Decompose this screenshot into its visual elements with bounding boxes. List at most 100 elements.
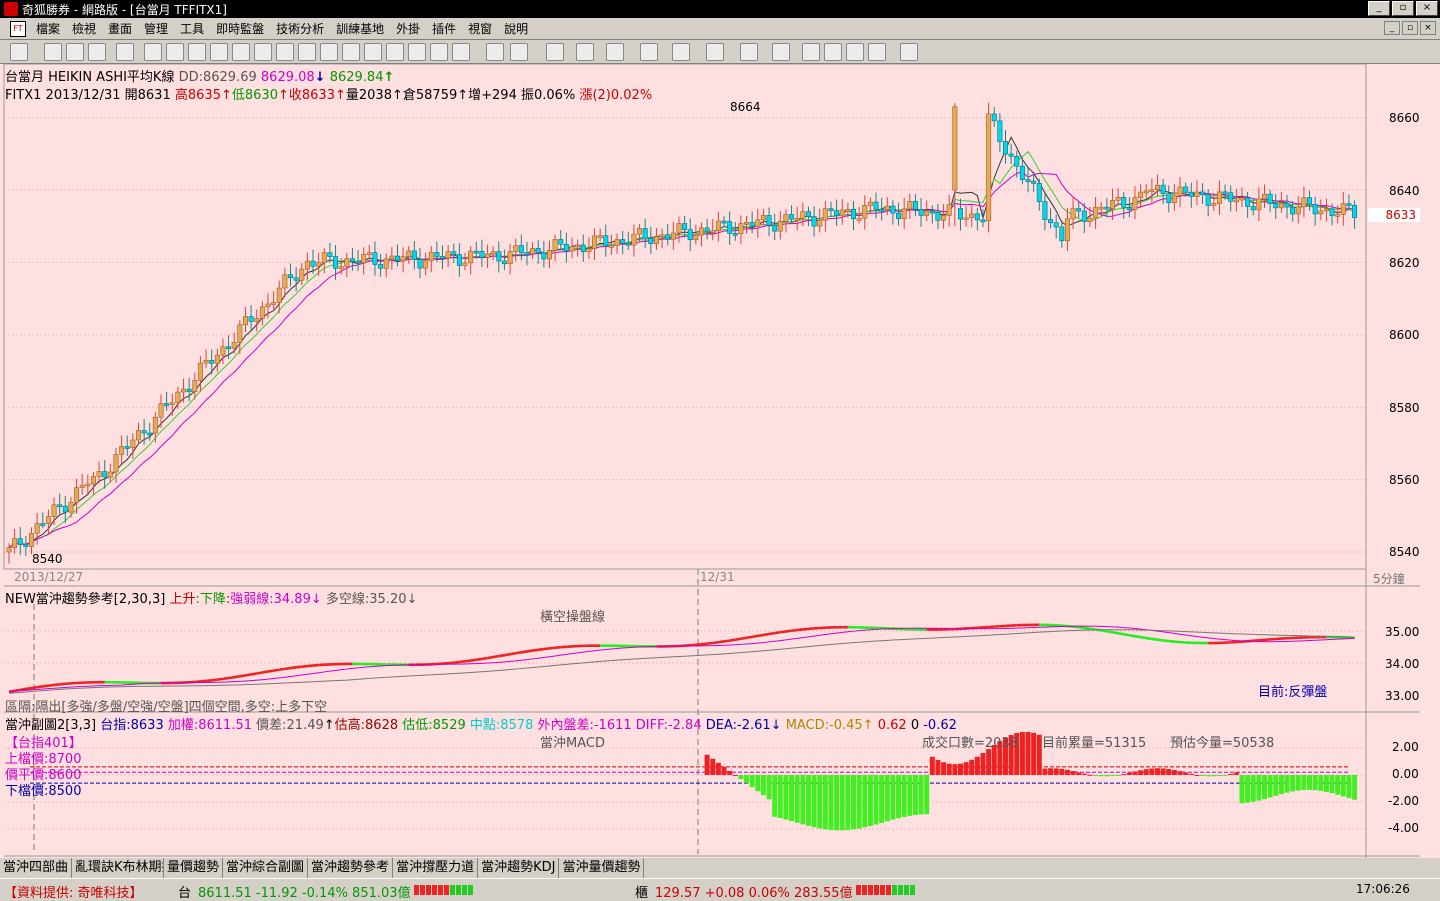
menu-manage[interactable]: 管理 [138,20,174,37]
vline-tool-icon[interactable] [576,43,594,61]
menu-monitor[interactable]: 即時監盤 [210,20,270,37]
candle-body [547,250,551,259]
calculator-icon[interactable] [188,43,206,61]
candle-body [722,221,726,223]
menu-screen[interactable]: 畫面 [102,20,138,37]
layout6-icon[interactable] [452,43,470,61]
tab-indicator[interactable]: 當沖趨勢參考 [308,858,393,878]
restore-button[interactable]: ▫ [1392,1,1414,16]
color-icon[interactable] [868,43,886,61]
link-icon[interactable] [144,43,162,61]
open-icon[interactable] [10,43,28,61]
menu-plugins[interactable]: 插件 [426,20,462,37]
menu-tools[interactable]: 工具 [174,20,210,37]
circle-tool-icon[interactable] [740,43,758,61]
candle-body [739,224,743,234]
fire-icon[interactable] [320,43,338,61]
candle-body [452,252,456,255]
hline-tool-icon[interactable] [546,43,564,61]
trend-up-segment [465,661,471,662]
line-tool-icon[interactable] [510,43,528,61]
macd-tick: 0.00 [1392,767,1419,781]
trend-up-segment [268,671,274,672]
tab-indicator[interactable]: 當沖綜合副圖 [223,858,308,878]
tab-indicator[interactable]: 亂環訣K布林期指 [72,858,164,878]
save-icon[interactable] [900,43,918,61]
menu-help[interactable]: 說明 [498,20,534,37]
macd-bar [1161,768,1166,775]
candle-body [74,488,78,503]
layout3-icon[interactable] [386,43,404,61]
fan-tool-icon[interactable] [606,43,624,61]
candle-body [305,261,309,269]
candle-body [1229,193,1233,202]
dial-icon[interactable] [276,43,294,61]
remove-icon[interactable] [88,43,106,61]
macd-bar [964,762,969,775]
layout4-icon[interactable] [408,43,426,61]
macd-bar [1251,775,1256,802]
candle-body [637,228,641,234]
layout2-icon[interactable] [364,43,382,61]
trend-up-segment [504,654,510,655]
macd-bar [1324,775,1329,792]
close-button[interactable]: × [1416,1,1438,16]
mdi-restore-button[interactable]: ▫ [1402,21,1418,35]
mdi-close-button[interactable]: × [1420,21,1436,35]
trend-up-segment [229,677,235,678]
layout5-icon[interactable] [430,43,448,61]
tab-indicator[interactable]: 量價趨勢 [164,858,223,878]
text-tool-icon[interactable] [772,43,790,61]
copy-icon[interactable] [210,43,228,61]
copy-drawing-icon[interactable] [802,43,820,61]
candle-body [564,244,568,251]
menu-training[interactable]: 訓練基地 [330,20,390,37]
macd-bar [902,775,907,817]
menu-analysis[interactable]: 技術分析 [270,20,330,37]
tab-indicator[interactable]: 當沖四部曲 [0,858,72,878]
compare-icon[interactable] [232,43,250,61]
candle-body [260,307,264,319]
layout1-icon[interactable] [342,43,360,61]
minimize-button[interactable]: _ [1368,1,1390,16]
bar-type-icon[interactable] [116,43,134,61]
candle-body [277,288,281,303]
cursor-icon[interactable] [486,43,504,61]
candle-body [1127,207,1131,209]
macd-bar [1133,771,1138,775]
candle-body [41,524,45,526]
rectangle-tool-icon[interactable] [706,43,724,61]
candle-body [1200,192,1204,195]
app-logo-icon[interactable]: FT [10,21,26,37]
menu-file[interactable]: 檔案 [30,20,66,37]
menu-view[interactable]: 檢視 [66,20,102,37]
rsi-icon[interactable] [44,43,62,61]
macd-bar [868,775,873,826]
eraser-icon[interactable] [824,43,842,61]
add-icon[interactable] [66,43,84,61]
tab-indicator[interactable]: 當沖量價趨勢 [559,858,644,878]
clear-icon[interactable] [846,43,864,61]
candle-body [930,211,934,213]
alert-icon[interactable] [298,43,316,61]
candle-body [159,404,163,418]
chart-area[interactable]: 台當月 HEIKIN ASHI平均K線 DD:8629.69 8629.08↓ … [0,64,1440,858]
trend-down-segment [1124,634,1130,635]
twse-breadth-bar [414,885,473,895]
menu-window[interactable]: 視窗 [462,20,498,37]
parallel-tool-icon[interactable] [672,43,690,61]
candle-body [176,392,180,403]
candle-body [266,304,270,307]
candles [7,103,1357,564]
macd-bar [812,775,817,827]
tab-indicator[interactable]: 當沖撐壓力道 [393,858,478,878]
menu-external[interactable]: 外掛 [390,20,426,37]
trend-up-segment [454,662,460,663]
mdi-minimize-button[interactable]: _ [1384,21,1400,35]
search-icon[interactable] [254,43,272,61]
candle-body [1071,209,1075,219]
macd-bar [924,775,929,814]
channel-tool-icon[interactable] [640,43,658,61]
tab-indicator[interactable]: 當沖趨勢KDJ [478,858,559,878]
glasses-icon[interactable] [166,43,184,61]
